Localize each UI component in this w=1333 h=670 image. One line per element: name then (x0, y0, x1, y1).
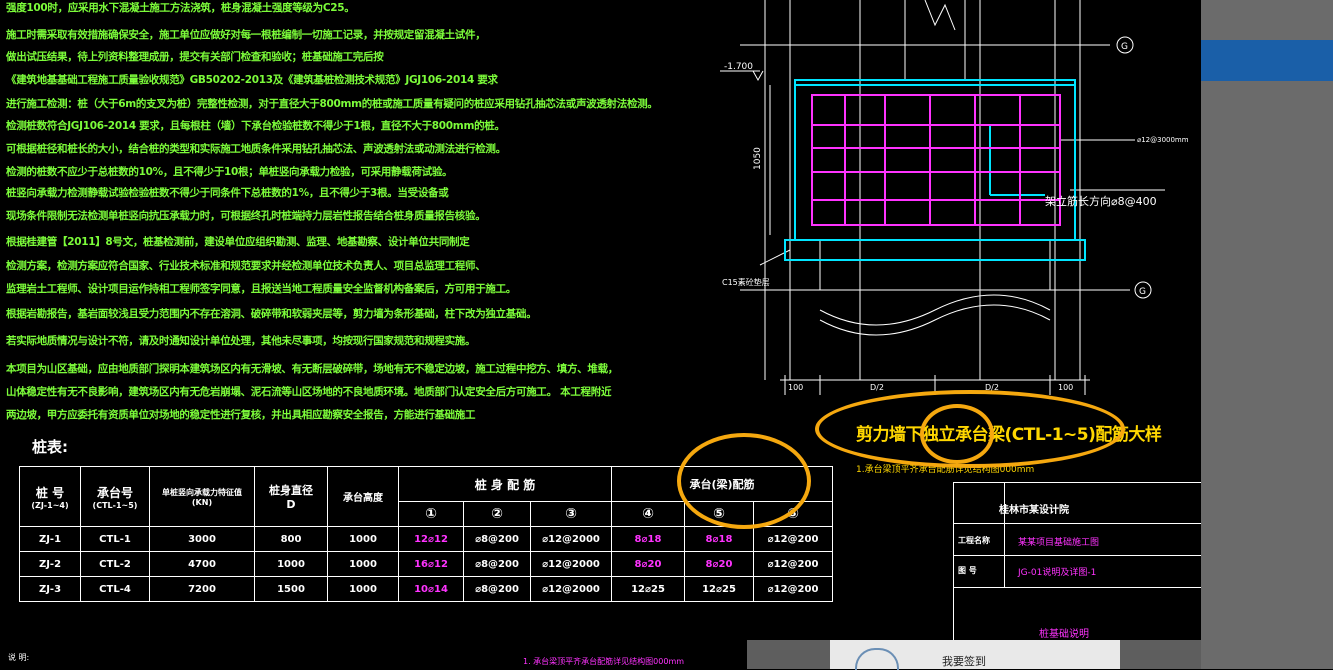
rebar-note: 架立筋长方向⌀8@400 (1045, 194, 1157, 208)
project-value: 某某项目基础施工图 (1018, 538, 1100, 548)
project-label: 工程名称 (958, 536, 990, 545)
highlight-circle-cap-no (920, 404, 994, 464)
company-name: 桂林市某设计院 (999, 505, 1069, 516)
bottom-strip-left: 说 明: (8, 653, 30, 662)
page-sidebar-gray (1201, 0, 1333, 669)
axis-label-top: G (1121, 42, 1128, 52)
bottom-strip-right: 1. 承台梁顶平齐承台配筋详见结构图000mm (523, 657, 685, 666)
elevation-label: -1.700 (724, 62, 753, 72)
signin-label[interactable]: 我要签到 (942, 653, 986, 669)
drawing-no-label: 图 号 (958, 566, 977, 575)
drawing-name: 桩基础说明 (1039, 629, 1089, 640)
height-dim: 1050 (753, 147, 763, 170)
page-header-bar (1201, 40, 1333, 81)
drawing-no-value: JG-01说明及详图-1 (1018, 568, 1097, 578)
dim-d-half-left: D/2 (870, 383, 884, 392)
title-block: 桂林市某设计院 工程名称 某某项目基础施工图 图 号 JG-01说明及详图-1 … (953, 482, 1201, 644)
cad-drawing-canvas[interactable]: 强度100时，应采用水下混凝土施工方法浇筑，桩身混凝土强度等级为C25。 施工时… (0, 0, 1201, 669)
dim-100-left: 100 (788, 383, 803, 392)
small-rebar-note: ⌀12@3000mm (1137, 136, 1189, 144)
dim-100-right: 100 (1058, 383, 1073, 392)
cushion-label: C15素砼垫层 (722, 277, 770, 287)
axis-label-bottom: G (1139, 287, 1146, 297)
highlight-circle-cap-rebar (677, 433, 811, 529)
